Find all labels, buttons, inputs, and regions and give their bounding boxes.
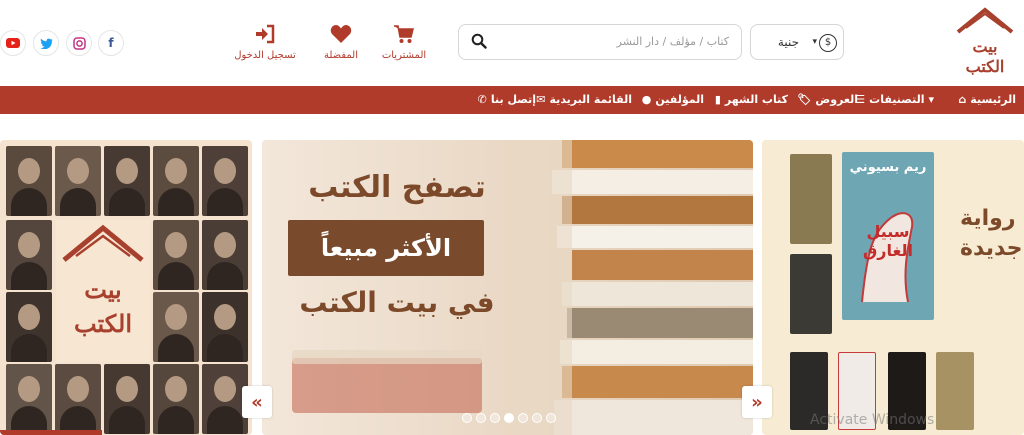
phone-icon: ✆ — [477, 93, 487, 106]
slide-label: رواية جديدة — [960, 206, 1023, 261]
author-portrait — [55, 364, 101, 434]
author-portrait — [6, 292, 52, 362]
favorites-label: المفضلة — [323, 50, 358, 61]
author-portrait — [6, 364, 52, 434]
author-portrait — [153, 220, 199, 290]
slider-dot[interactable] — [462, 413, 472, 423]
instagram-icon[interactable] — [66, 30, 92, 56]
sign-in-icon — [256, 24, 275, 44]
svg-text:بيت: بيت — [84, 275, 122, 304]
nav-label: العروض — [815, 93, 858, 106]
slider-next-button[interactable]: » — [742, 386, 772, 418]
site-header: بيت الكتب $ ▾ جنية كتاب / مؤلف / دار الن… — [0, 0, 1024, 86]
twitter-icon[interactable] — [33, 30, 59, 56]
nav-item-contact[interactable]: ✆ إتصل بنا — [478, 93, 536, 106]
slider-dot-active[interactable] — [504, 413, 514, 423]
user-icon: ● — [641, 93, 652, 106]
login-label: تسجيل الدخول — [234, 50, 296, 61]
nav-label: القائمة البريدية — [549, 93, 632, 106]
envelope-icon: ✉ — [536, 93, 546, 106]
double-chevron-right-icon: » — [751, 391, 763, 413]
author-portrait — [153, 364, 199, 434]
slide-highlight-text: الأكثر مبيعاً — [320, 234, 452, 262]
slider-dots — [462, 413, 556, 423]
author-portrait — [202, 146, 248, 216]
nav-item-offers[interactable]: 🏷 العروض — [797, 93, 858, 106]
author-portrait — [153, 146, 199, 216]
slide-authors[interactable]: بيت الكتب — [0, 140, 252, 435]
book-cover — [936, 352, 974, 430]
slide-new-novel[interactable]: رواية جديدة ريم بسيوني سبيل الغارق — [762, 140, 1024, 435]
nav-item-mailing-list[interactable]: ✉ القائمة البريدية — [536, 93, 632, 106]
author-portrait — [202, 292, 248, 362]
nav-label: كتاب الشهر — [724, 93, 788, 106]
currency-value: جنية — [777, 35, 799, 49]
author-portrait — [202, 220, 248, 290]
author-portrait — [104, 364, 150, 434]
main-nav: ⌂ الرئيسية ☰ التصنيفات ▾ 🏷 العروض ▮ كتاب… — [0, 86, 1024, 114]
facebook-icon[interactable]: f — [98, 30, 124, 56]
author-portrait — [55, 146, 101, 216]
favorites-button[interactable]: المفضلة — [306, 24, 376, 61]
search-icon[interactable] — [471, 33, 487, 53]
slider-dot[interactable] — [476, 413, 486, 423]
cart-icon — [394, 25, 414, 43]
hero-slider: بيت الكتب تصفح الكتب الأكثر مبيعاً في بي… — [0, 114, 1024, 435]
featured-book-author: ريم بسيوني — [849, 160, 927, 175]
svg-text:الكتب: الكتب — [966, 57, 1005, 76]
slide-highlight-box: الأكثر مبيعاً — [288, 220, 484, 276]
nav-item-authors[interactable]: ● المؤلفين — [642, 93, 704, 106]
svg-text:الكتب: الكتب — [74, 309, 132, 338]
login-button[interactable]: تسجيل الدخول — [230, 24, 300, 61]
slider-dot[interactable] — [546, 413, 556, 423]
book-icon: ▮ — [714, 93, 721, 106]
cart-button[interactable]: المشتريات — [369, 24, 439, 61]
slider-dot[interactable] — [490, 413, 500, 423]
slide-accent-bar — [0, 430, 102, 435]
nav-label: التصنيفات — [869, 93, 925, 106]
nav-label: إتصل بنا — [490, 93, 536, 106]
svg-text:بيت: بيت — [973, 37, 998, 56]
heart-icon — [330, 25, 352, 43]
author-portrait — [6, 146, 52, 216]
author-portrait — [104, 146, 150, 216]
featured-book-title: سبيل الغارق — [862, 222, 914, 260]
chevron-down-icon: ▾ — [928, 93, 934, 106]
tag-icon: 🏷 — [797, 93, 812, 106]
slider-prev-button[interactable]: « — [242, 386, 272, 418]
nav-item-book-of-month[interactable]: ▮ كتاب الشهر — [715, 93, 788, 106]
slide-subheadline: في بيت الكتب — [299, 286, 495, 319]
slide-bestsellers[interactable]: تصفح الكتب الأكثر مبيعاً في بيت الكتب — [262, 140, 753, 435]
youtube-icon[interactable] — [0, 30, 26, 56]
slider-dot[interactable] — [518, 413, 528, 423]
search-placeholder: كتاب / مؤلف / دار النشر — [616, 35, 729, 48]
windows-activation-watermark: Activate Windows — [810, 412, 935, 428]
slider-dot[interactable] — [532, 413, 542, 423]
book-cover — [790, 254, 832, 334]
featured-book-cover: ريم بسيوني سبيل الغارق — [842, 152, 934, 320]
home-icon: ⌂ — [958, 93, 967, 106]
book-cover — [790, 154, 832, 244]
site-logo[interactable]: بيت الكتب — [952, 6, 1018, 78]
nav-label: الرئيسية — [970, 93, 1016, 106]
slide-headline: تصفح الكتب — [308, 170, 486, 205]
double-chevron-left-icon: « — [251, 391, 263, 413]
author-portrait — [153, 292, 199, 362]
nav-item-home[interactable]: ⌂ الرئيسية — [958, 93, 1016, 106]
nav-item-categories[interactable]: ☰ التصنيفات ▾ — [855, 93, 934, 106]
nav-label: المؤلفين — [655, 93, 704, 106]
author-portrait — [6, 220, 52, 290]
chevron-down-icon: ▾ — [812, 37, 817, 47]
search-input[interactable]: كتاب / مؤلف / دار النشر — [458, 24, 742, 60]
cart-label: المشتريات — [381, 50, 427, 61]
slide-logo: بيت الكتب — [56, 220, 150, 362]
currency-select[interactable]: $ ▾ جنية — [750, 24, 844, 60]
currency-icon: $ — [819, 34, 837, 52]
